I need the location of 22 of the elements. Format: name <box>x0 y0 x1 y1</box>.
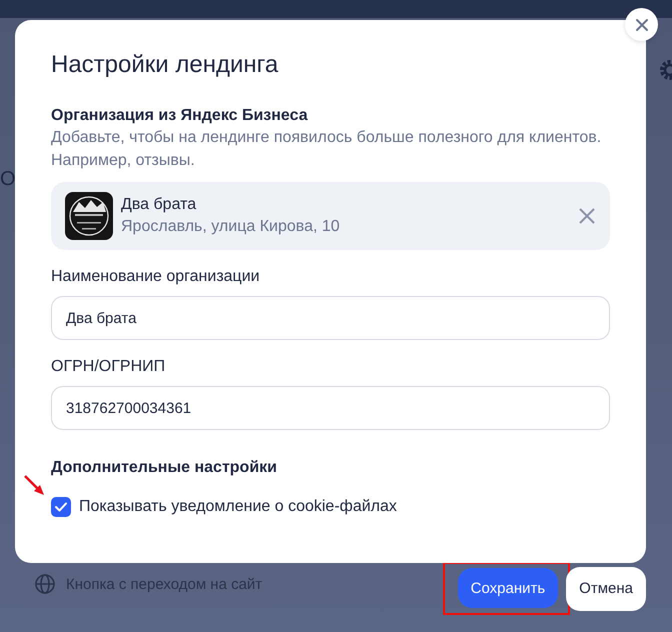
save-button[interactable]: Сохранить <box>458 568 558 608</box>
close-icon <box>578 207 596 225</box>
section-heading: Организация из Яндекс Бизнеса <box>51 106 309 126</box>
organization-address: Ярославль, улица Кирова, 10 <box>121 217 341 237</box>
field-label: ОГРН/ОГРНИП <box>51 357 166 377</box>
field-label: Наименование организации <box>51 267 261 287</box>
checkbox[interactable] <box>51 497 71 517</box>
input-field[interactable]: Два брата <box>51 296 610 340</box>
section-heading: Дополнительные настройки <box>51 458 278 478</box>
organization-name: Два брата <box>121 195 198 215</box>
section-description: Добавьте, чтобы на лендинге появилось больше полезного для клиентов. Например, отзывы. <box>51 128 602 171</box>
input-field[interactable]: 318762700034361 <box>51 386 610 430</box>
arrow-icon <box>23 474 47 498</box>
cancel-button[interactable]: Отмена <box>566 566 646 610</box>
section-text: О <box>0 168 16 191</box>
checkbox-label: Показывать уведомление о cookie-файлах <box>79 497 397 517</box>
remove-button[interactable] <box>578 207 596 225</box>
globe-icon <box>34 573 56 595</box>
logo-icon <box>65 192 113 240</box>
dialog-title: Настройки лендинга <box>51 50 280 80</box>
check-icon <box>54 500 68 514</box>
close-icon <box>634 18 648 32</box>
